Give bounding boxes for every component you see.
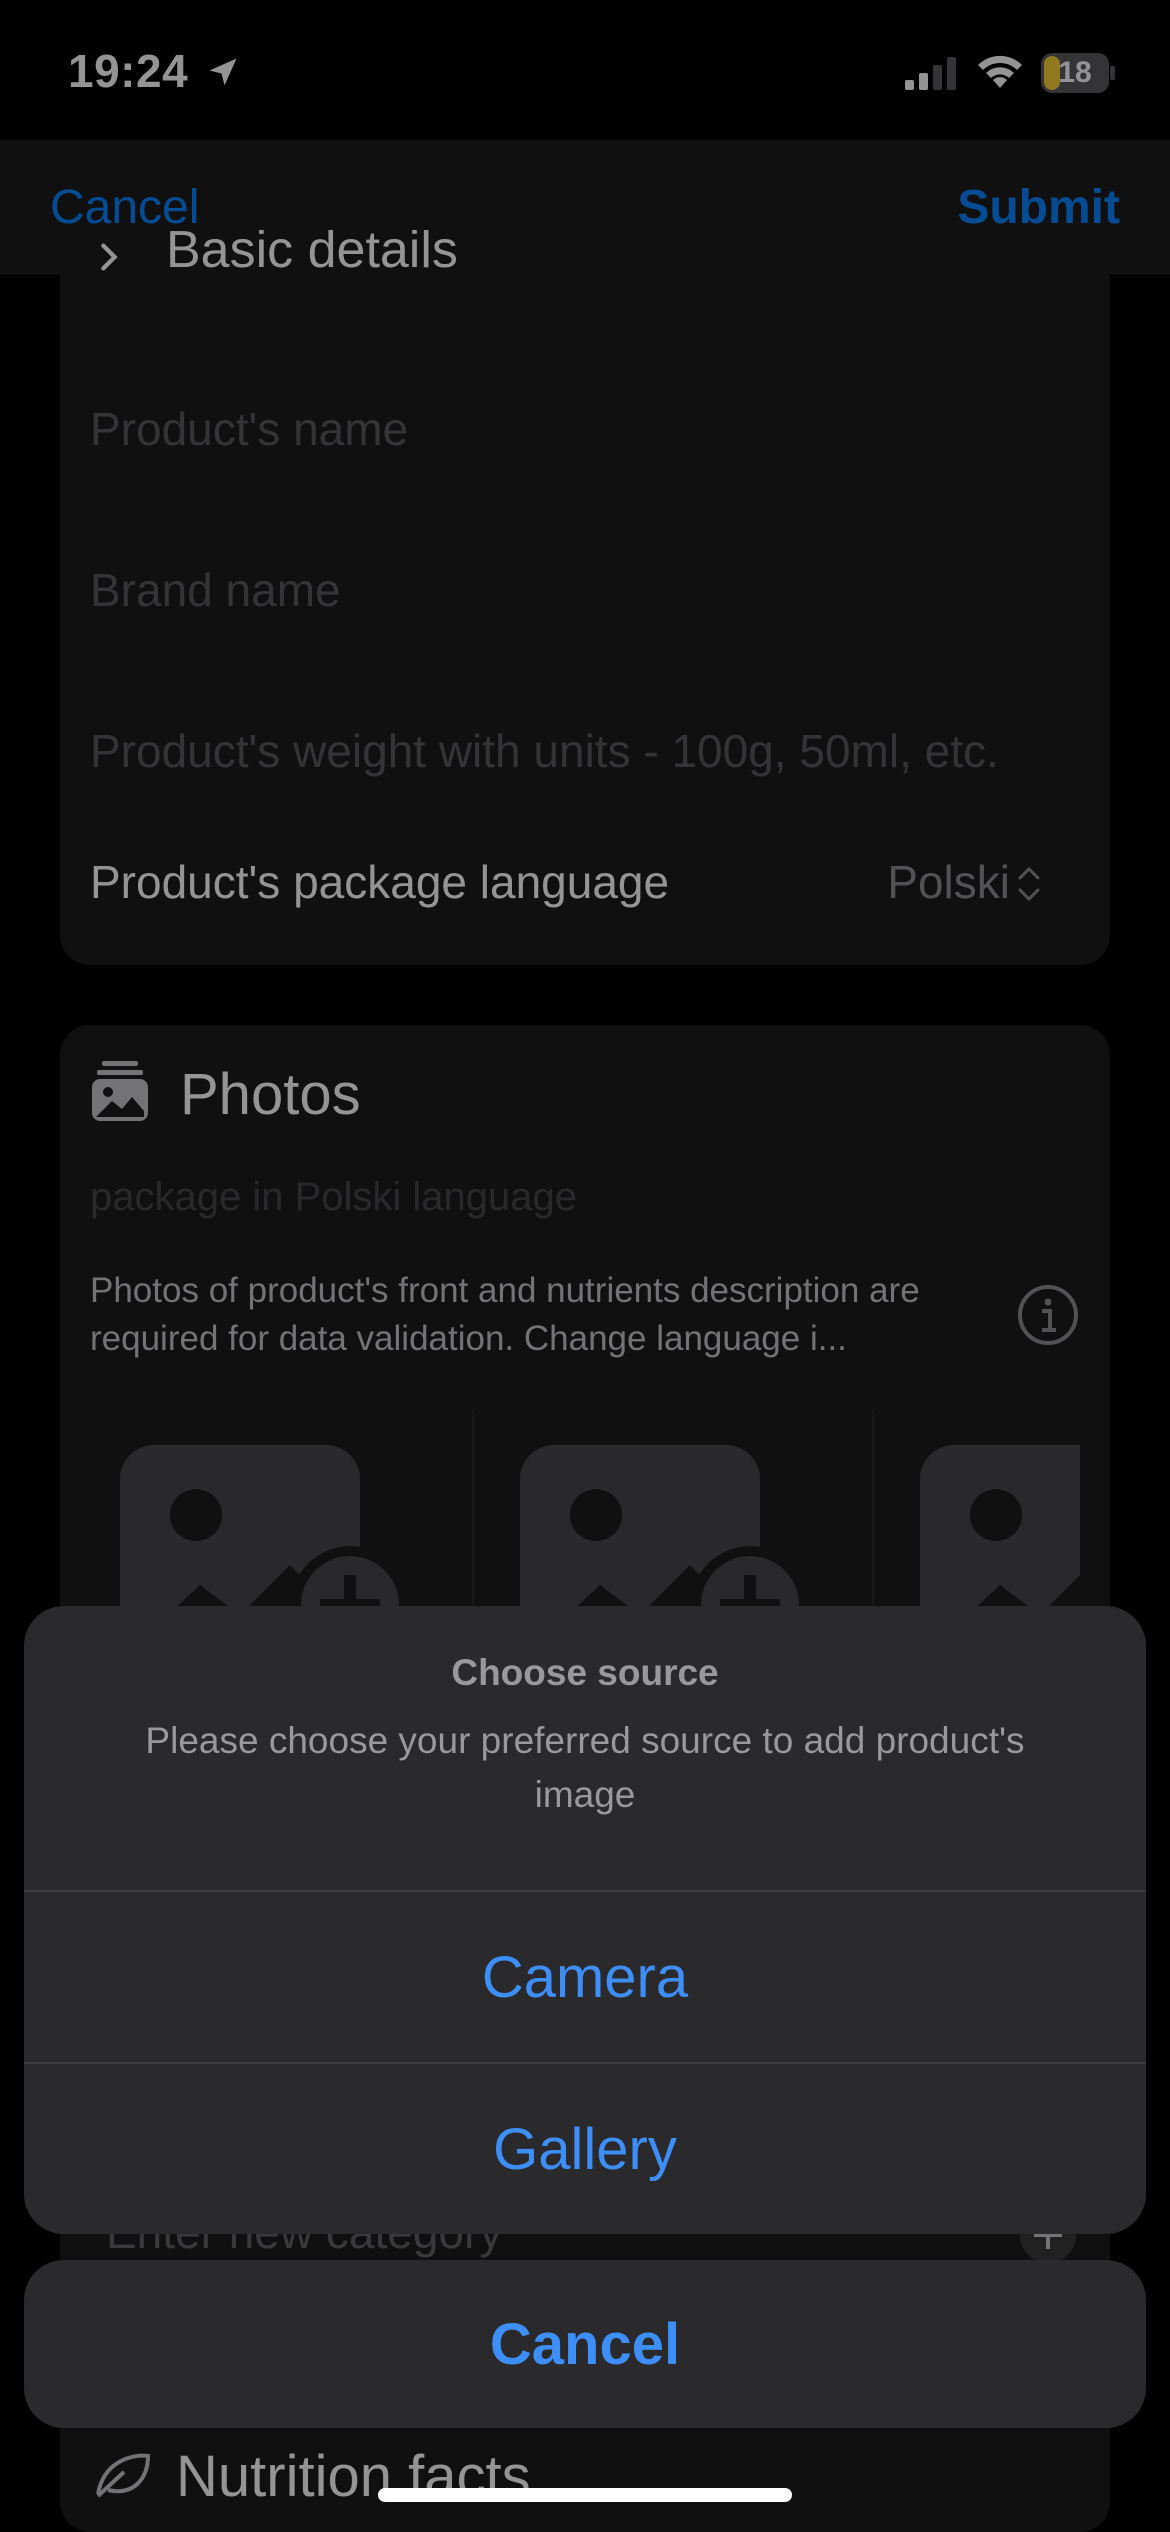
gallery-button[interactable]: Gallery [24, 2064, 1146, 2234]
action-sheet-title: Choose source [451, 1652, 719, 1693]
home-indicator[interactable] [378, 2488, 792, 2502]
action-sheet-cancel-button[interactable]: Cancel [24, 2260, 1146, 2428]
action-sheet-message: Please choose your preferred source to a… [145, 1720, 1025, 1815]
camera-button[interactable]: Camera [24, 1892, 1146, 2062]
choose-source-action-sheet: Choose source Please choose your preferr… [24, 1606, 1146, 2234]
